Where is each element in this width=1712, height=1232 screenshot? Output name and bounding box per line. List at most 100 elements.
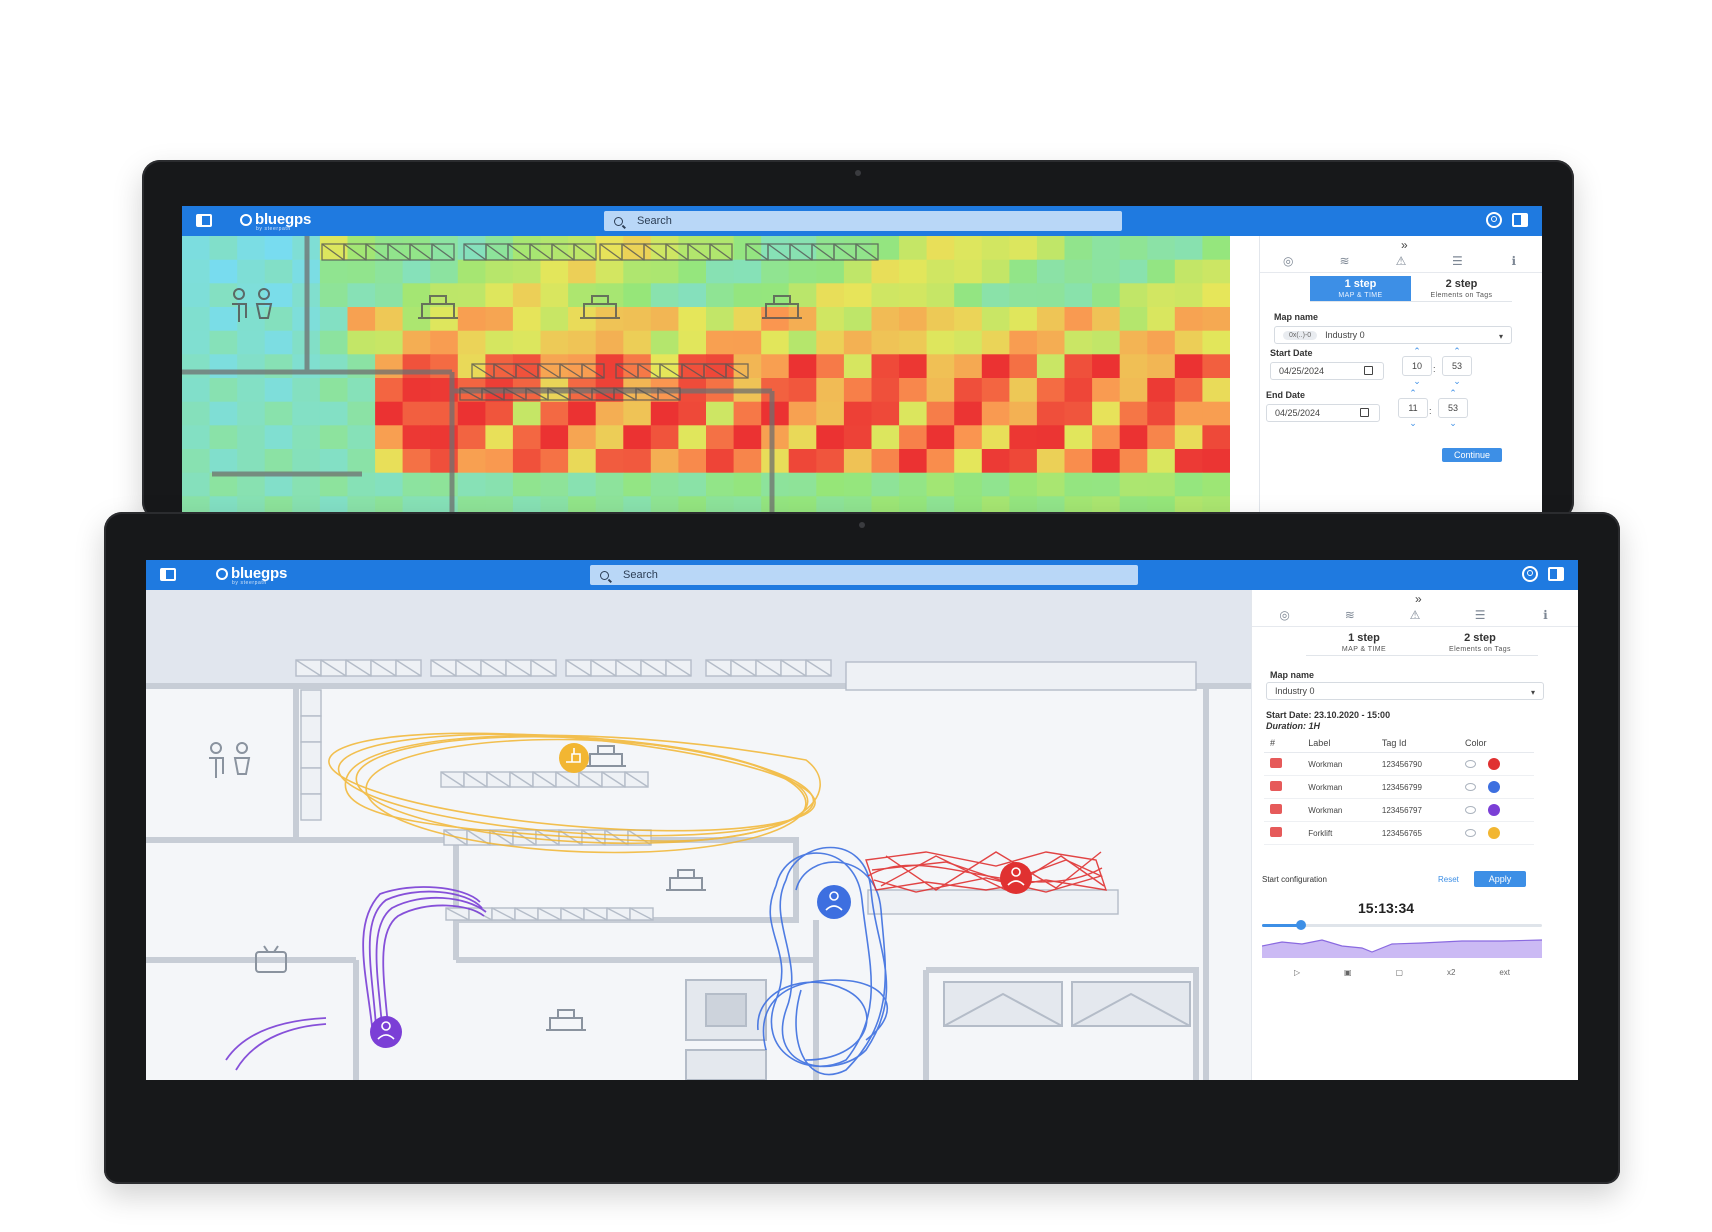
chevron-down-icon[interactable]: ⌄ <box>1442 376 1472 386</box>
chevron-down-icon[interactable]: ⌄ <box>1438 418 1468 428</box>
heatmap-cell <box>1092 472 1121 497</box>
frame-icon[interactable]: ▢ <box>1395 968 1403 977</box>
heatmap-cell <box>1064 425 1093 450</box>
end-date-input[interactable]: 04/25/2024 <box>1266 404 1380 422</box>
timeline-slider[interactable] <box>1262 920 1542 930</box>
color-swatch[interactable] <box>1487 804 1500 816</box>
search-bar[interactable]: Search <box>604 211 1122 231</box>
search-bar[interactable]: Search <box>590 565 1138 585</box>
calendar-icon[interactable] <box>1360 408 1369 417</box>
panel-toggle-icon[interactable] <box>1512 213 1528 227</box>
layers-icon[interactable]: ≋ <box>1338 254 1352 268</box>
heatmap-cell <box>816 449 845 474</box>
color-swatch[interactable] <box>1487 827 1500 839</box>
table-row[interactable]: Forklift 123456765 <box>1264 821 1534 845</box>
heatmap-cell <box>402 378 431 403</box>
color-swatch[interactable] <box>1487 781 1500 793</box>
heatmap-cell <box>871 378 900 403</box>
start-minute-stepper[interactable]: ⌃ 53 ⌄ <box>1442 346 1472 386</box>
play-icon[interactable]: ▷ <box>1294 968 1300 977</box>
location-icon[interactable]: ◎ <box>1281 254 1295 268</box>
warning-icon[interactable]: ⚠ <box>1394 254 1408 268</box>
visibility-icon[interactable] <box>1464 760 1476 768</box>
forklift-marker[interactable] <box>559 743 589 773</box>
heatmap-cell <box>375 354 404 379</box>
timeline-handle[interactable] <box>1296 920 1307 930</box>
apply-button[interactable]: Apply <box>1474 871 1526 887</box>
info-icon[interactable]: ℹ <box>1538 608 1552 622</box>
chevron-down-icon[interactable]: ⌄ <box>1398 418 1428 428</box>
chevron-up-icon[interactable]: ⌃ <box>1438 388 1468 398</box>
heatmap-cell <box>899 259 928 284</box>
calendar-icon[interactable] <box>1364 366 1373 375</box>
step-1-tab[interactable]: 1 step MAP & TIME <box>1306 630 1422 656</box>
heatmap-cell <box>568 425 597 450</box>
row-tag-id: 123456765 <box>1375 821 1459 845</box>
row-label: Workman <box>1302 752 1376 776</box>
heatmap-cell <box>899 378 928 403</box>
visibility-icon[interactable] <box>1464 806 1476 814</box>
start-configuration-label[interactable]: Start configuration <box>1262 875 1327 884</box>
table-row[interactable]: Workman 123456790 <box>1264 752 1534 776</box>
user-icon[interactable] <box>1486 212 1502 228</box>
map-name-select[interactable]: 0x(..)-0 Industry 0 ▾ <box>1274 326 1512 344</box>
panel-toolbar: ◎ ≋ ⚠ ☰ ℹ <box>1252 604 1578 627</box>
start-hour-value: 10 <box>1402 356 1432 376</box>
filters-icon[interactable]: ☰ <box>1473 608 1487 622</box>
extra-button[interactable]: ext <box>1499 968 1510 977</box>
heatmap-cell <box>375 401 404 426</box>
user-icon[interactable] <box>1522 566 1538 582</box>
heatmap-cell <box>1036 401 1065 426</box>
heatmap-cell <box>678 425 707 450</box>
warning-icon[interactable]: ⚠ <box>1408 608 1422 622</box>
start-hour-stepper[interactable]: ⌃ 10 ⌄ <box>1402 346 1432 386</box>
step-2-tab[interactable]: 2 step Elements on Tags <box>1411 276 1512 302</box>
heatmap-cell <box>706 307 735 332</box>
heatmap-cell <box>733 236 762 261</box>
heatmap-cell <box>954 354 983 379</box>
chevron-up-icon[interactable]: ⌃ <box>1442 346 1472 356</box>
heatmap-cell <box>1174 378 1203 403</box>
step-2-tab[interactable]: 2 step Elements on Tags <box>1422 630 1538 656</box>
color-swatch[interactable] <box>1487 758 1500 770</box>
continue-button[interactable]: Continue <box>1442 448 1502 462</box>
speed-button[interactable]: x2 <box>1447 968 1455 977</box>
table-row[interactable]: Workman 123456799 <box>1264 775 1534 799</box>
step-1-tab[interactable]: 1 step MAP & TIME <box>1310 276 1411 302</box>
chevron-up-icon[interactable]: ⌃ <box>1398 388 1428 398</box>
chevron-up-icon[interactable]: ⌃ <box>1402 346 1432 356</box>
table-row[interactable]: Workman 123456797 <box>1264 798 1534 822</box>
floor-map[interactable] <box>146 590 1252 1080</box>
heatmap-cell <box>788 472 817 497</box>
workman-red-marker[interactable] <box>1000 862 1032 894</box>
heatmap-cell <box>1119 330 1148 355</box>
heatmap-cell <box>1036 307 1065 332</box>
location-icon[interactable]: ◎ <box>1278 608 1292 622</box>
heatmap-cell <box>1092 425 1121 450</box>
start-date-input[interactable]: 04/25/2024 <box>1270 362 1384 380</box>
filters-icon[interactable]: ☰ <box>1450 254 1464 268</box>
heatmap-cell <box>788 259 817 284</box>
panel-toggle-icon[interactable] <box>1548 567 1564 581</box>
sidebar-toggle-icon[interactable] <box>160 568 176 581</box>
stop-icon[interactable]: ▣ <box>1344 968 1352 977</box>
heatmap-cell <box>1174 472 1203 497</box>
sidebar-toggle-icon[interactable] <box>196 214 212 227</box>
workman-purple-marker[interactable] <box>370 1016 402 1048</box>
heatmap-map[interactable] <box>182 236 1230 520</box>
layers-icon[interactable]: ≋ <box>1343 608 1357 622</box>
heatmap-cell <box>430 259 459 284</box>
heatmap-cell <box>623 354 652 379</box>
end-minute-stepper[interactable]: ⌃ 53 ⌄ <box>1438 388 1468 428</box>
heatmap-cell <box>926 354 955 379</box>
heatmap-cell <box>568 259 597 284</box>
chevron-down-icon[interactable]: ⌄ <box>1402 376 1432 386</box>
info-icon[interactable]: ℹ <box>1507 254 1521 268</box>
end-hour-stepper[interactable]: ⌃ 11 ⌄ <box>1398 388 1428 428</box>
reset-button[interactable]: Reset <box>1438 875 1459 884</box>
visibility-icon[interactable] <box>1464 829 1476 837</box>
heatmap-cell <box>650 425 679 450</box>
map-name-select[interactable]: Industry 0 ▾ <box>1266 682 1544 700</box>
visibility-icon[interactable] <box>1464 783 1476 791</box>
workman-blue-marker[interactable] <box>817 885 851 919</box>
